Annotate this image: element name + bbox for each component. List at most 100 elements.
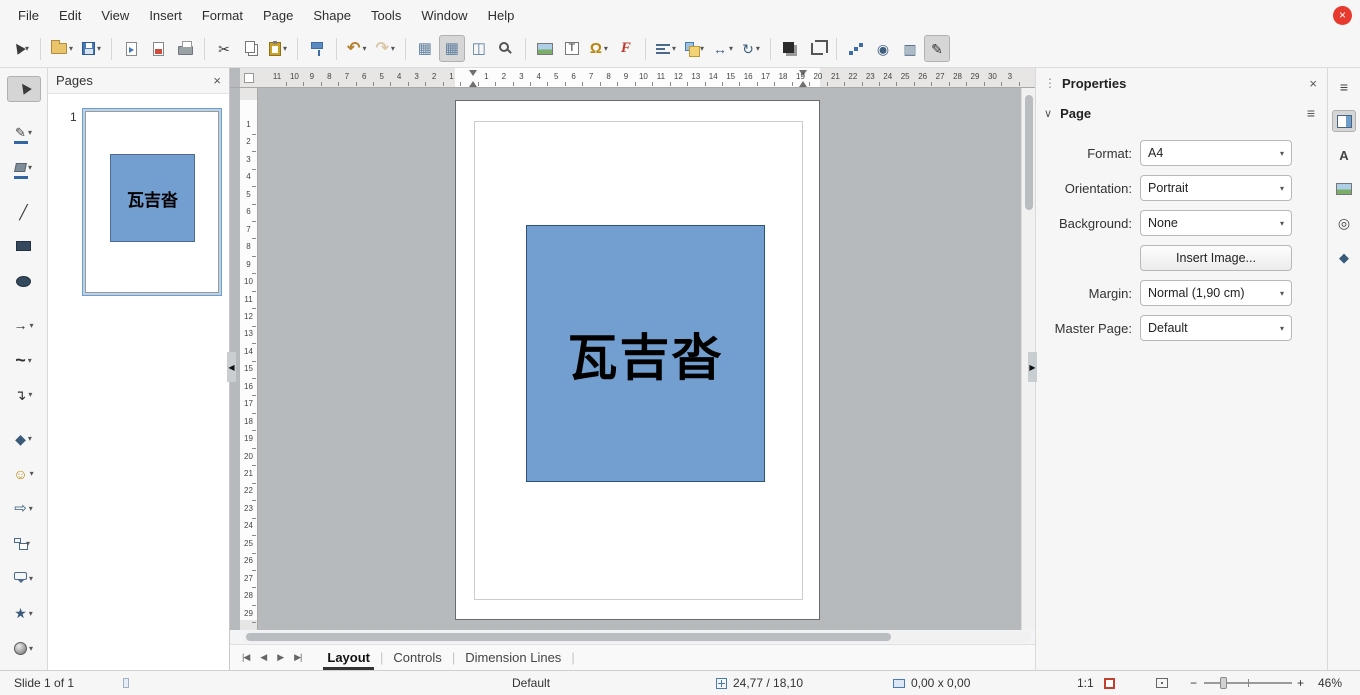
- document-modified-icon[interactable]: [1104, 671, 1115, 695]
- chevron-down-icon[interactable]: ▾: [29, 504, 33, 513]
- select-button[interactable]: ▶: [7, 76, 41, 102]
- display-grid-button[interactable]: ▦: [412, 35, 438, 62]
- chevron-down-icon[interactable]: ▾: [29, 321, 33, 330]
- master-page-dropdown[interactable]: Default▾: [1140, 315, 1292, 341]
- ellipse-button[interactable]: [7, 268, 41, 294]
- distribution-button[interactable]: ↔▾: [709, 35, 737, 62]
- chevron-down-icon[interactable]: ▾: [700, 44, 704, 53]
- chevron-down-icon[interactable]: ▾: [97, 44, 101, 53]
- page-section-header[interactable]: ∨ Page ≡: [1044, 98, 1327, 128]
- insert-image-button[interactable]: [532, 35, 558, 62]
- collapse-left-panel-button[interactable]: ◀: [227, 352, 236, 382]
- chevron-down-icon[interactable]: ▾: [756, 44, 760, 53]
- properties-close-button[interactable]: ×: [1309, 76, 1317, 91]
- paste-button[interactable]: ▾: [265, 35, 291, 62]
- tab-gallery-button[interactable]: [1332, 178, 1356, 200]
- select-tool-button[interactable]: ▶▾: [8, 35, 34, 62]
- 3d-objects-button[interactable]: ▾: [7, 635, 41, 661]
- undo-button[interactable]: ↶▾: [343, 35, 370, 62]
- glue-points-button[interactable]: ◉: [870, 35, 896, 62]
- zoom-slider-thumb[interactable]: [1220, 677, 1227, 689]
- horizontal-scrollbar[interactable]: [244, 631, 1031, 643]
- lines-arrows-button[interactable]: →▾: [7, 312, 41, 338]
- open-button[interactable]: ▾: [47, 35, 77, 62]
- fontwork-button[interactable]: F: [613, 35, 639, 62]
- flowchart-button[interactable]: ▾: [7, 531, 41, 557]
- zoom-in-button[interactable]: +: [1297, 671, 1304, 695]
- menu-insert[interactable]: Insert: [139, 4, 192, 27]
- edit-points-button[interactable]: [843, 35, 869, 62]
- chevron-down-icon[interactable]: ▾: [29, 574, 33, 583]
- last-slide-button[interactable]: ▶|: [294, 652, 301, 663]
- horizontal-scrollbar-thumb[interactable]: [246, 633, 891, 641]
- zoom-pan-button[interactable]: [493, 35, 519, 62]
- chevron-down-icon[interactable]: ▾: [28, 356, 32, 365]
- section-menu-icon[interactable]: ≡: [1307, 105, 1315, 121]
- callouts-button[interactable]: ▾: [7, 565, 41, 591]
- show-draw-functions-button[interactable]: ✎: [924, 35, 950, 62]
- chevron-down-icon[interactable]: ▾: [28, 128, 32, 137]
- chevron-down-icon[interactable]: ▾: [729, 44, 733, 53]
- tab-layout[interactable]: Layout: [317, 645, 380, 670]
- orientation-dropdown[interactable]: Portrait▾: [1140, 175, 1292, 201]
- chevron-down-icon[interactable]: ▾: [362, 44, 366, 53]
- chevron-down-icon[interactable]: ▾: [30, 469, 34, 478]
- tab-properties-button[interactable]: [1332, 110, 1356, 132]
- helplines-button[interactable]: ◫: [466, 35, 492, 62]
- block-arrows-button[interactable]: ⇨▾: [7, 496, 41, 522]
- chevron-down-icon[interactable]: ▾: [283, 44, 287, 53]
- cut-button[interactable]: ✂: [211, 35, 237, 62]
- connectors-button[interactable]: ↴▾: [7, 382, 41, 408]
- insert-text-box-button[interactable]: T: [559, 35, 585, 62]
- print-button[interactable]: [172, 35, 198, 62]
- format-dropdown[interactable]: A4▾: [1140, 140, 1292, 166]
- align-objects-button[interactable]: ▾: [652, 35, 680, 62]
- chevron-down-icon[interactable]: ▾: [28, 163, 32, 172]
- display-views-button[interactable]: ▥: [897, 35, 923, 62]
- fill-color-button[interactable]: ▾: [7, 155, 41, 181]
- chevron-down-icon[interactable]: ▾: [672, 44, 676, 53]
- document-page[interactable]: 瓦吉沓: [455, 100, 820, 620]
- tab-shapes-button[interactable]: ◆: [1332, 246, 1356, 268]
- crop-button[interactable]: [804, 35, 830, 62]
- chevron-down-icon[interactable]: ▾: [29, 644, 33, 653]
- tab-navigator-button[interactable]: ◎: [1332, 212, 1356, 234]
- pages-panel-close-button[interactable]: ×: [213, 73, 221, 88]
- tab-controls[interactable]: Controls: [383, 645, 451, 670]
- vertical-scrollbar-thumb[interactable]: [1025, 95, 1033, 210]
- copy-button[interactable]: [238, 35, 264, 62]
- export-pdf-button[interactable]: [145, 35, 171, 62]
- transformations-button[interactable]: ↻▾: [738, 35, 764, 62]
- zoom-out-button[interactable]: −: [1190, 671, 1197, 695]
- chevron-down-icon[interactable]: ▾: [391, 44, 395, 53]
- curves-polygons-button[interactable]: ~▾: [7, 347, 41, 373]
- arrange-button[interactable]: ▾: [681, 35, 708, 62]
- horizontal-ruler[interactable]: 1110987654321123456789101112131415161718…: [258, 68, 1035, 88]
- save-button[interactable]: ▾: [78, 35, 105, 62]
- window-close-button[interactable]: ×: [1333, 6, 1352, 25]
- redo-button[interactable]: ↷▾: [371, 35, 398, 62]
- chevron-down-icon[interactable]: ▾: [29, 609, 33, 618]
- zoom-slider[interactable]: [1204, 682, 1292, 684]
- special-character-button[interactable]: Ω▾: [586, 35, 612, 62]
- menu-view[interactable]: View: [91, 4, 139, 27]
- symbol-shapes-button[interactable]: ☺▾: [7, 461, 41, 487]
- tab-styles-button[interactable]: A: [1332, 144, 1356, 166]
- left-margin-marker[interactable]: [469, 70, 477, 76]
- background-dropdown[interactable]: None▾: [1140, 210, 1292, 236]
- snap-to-grid-button[interactable]: ▦: [439, 35, 465, 62]
- rectangle-button[interactable]: [7, 234, 41, 260]
- basic-shapes-button[interactable]: ◆▾: [7, 426, 41, 452]
- next-slide-button[interactable]: ▶: [277, 652, 283, 663]
- menu-help[interactable]: Help: [478, 4, 525, 27]
- clone-formatting-button[interactable]: [304, 35, 330, 62]
- page-thumbnail[interactable]: 瓦吉沓: [82, 108, 222, 296]
- menu-tools[interactable]: Tools: [361, 4, 411, 27]
- menu-format[interactable]: Format: [192, 4, 253, 27]
- insert-image-button[interactable]: Insert Image...: [1140, 245, 1292, 271]
- stars-banners-button[interactable]: ★▾: [7, 600, 41, 626]
- insert-line-button[interactable]: ╱: [7, 199, 41, 225]
- first-slide-button[interactable]: |◀: [242, 652, 249, 663]
- sidebar-menu-button[interactable]: ≡: [1332, 76, 1356, 98]
- collapse-right-panel-button[interactable]: ▶: [1028, 352, 1037, 382]
